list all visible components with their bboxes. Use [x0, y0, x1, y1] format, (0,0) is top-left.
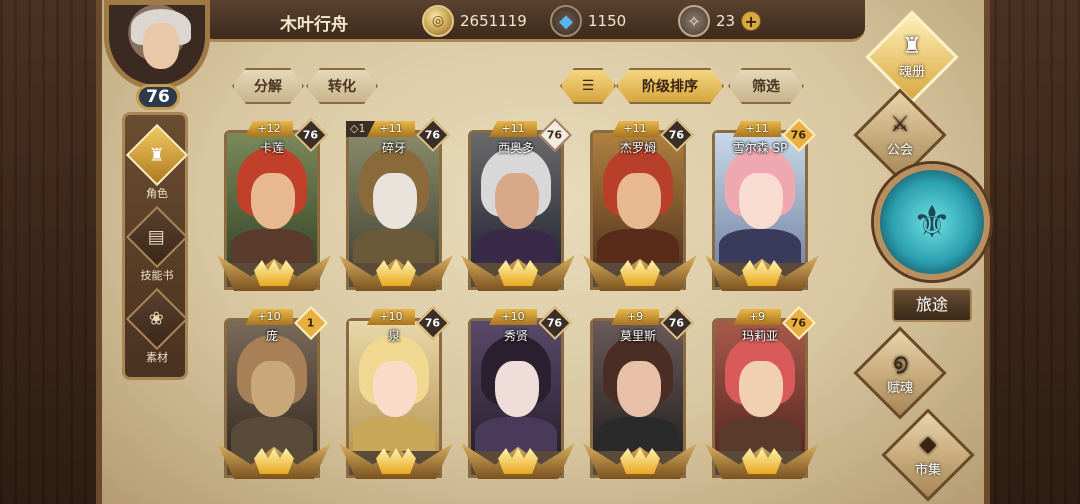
gold-crown-icon	[461, 251, 575, 295]
hero-card[interactable]: 庞 +10 1	[217, 306, 331, 479]
crystal-icon: ✧	[678, 5, 710, 37]
journey-emblem-icon: ⚜	[874, 164, 990, 280]
guild-button[interactable]: ⚔ 公会	[853, 88, 947, 182]
hero-plus-badge: +11	[367, 121, 415, 137]
hero-plus-badge: +11	[489, 121, 537, 137]
hero-card[interactable]: 杰罗姆 +11 76	[583, 118, 697, 291]
decompose-button[interactable]: 分解	[232, 68, 304, 104]
gold-crown-icon	[217, 251, 331, 295]
hero-plus-badge: +11	[733, 121, 781, 137]
hero-card[interactable]: 西奥多 +11 76	[461, 118, 575, 291]
crystal-resource: ✧ 23 +	[678, 5, 762, 37]
hero-plus-badge: +10	[367, 309, 415, 325]
sort-by-tier-button[interactable]: 阶级排序	[616, 68, 724, 104]
materials-icon: ❀	[125, 287, 189, 351]
hero-card[interactable]: 卡莲 +12 76	[217, 118, 331, 291]
guild-dragon-icon: ⚔	[890, 112, 910, 137]
gold-crown-icon	[705, 251, 819, 295]
hero-plus-badge: +10	[245, 309, 293, 325]
blue-gem-icon: ◆	[550, 5, 582, 37]
guild-label: 公会	[886, 143, 913, 158]
journey-label: 旅途	[892, 288, 972, 322]
gold-crown-icon	[461, 439, 575, 483]
gold-crown-icon	[339, 251, 453, 295]
hero-card[interactable]: 玛莉亚 +9 76	[705, 306, 819, 479]
soul-grant-button[interactable]: ൭ 赋魂	[853, 326, 947, 420]
soul-grant-label: 赋魂	[886, 381, 913, 396]
hero-card[interactable]: 碎牙 ◇1 +11 76	[339, 118, 453, 291]
character-helmet-icon: ♜	[125, 123, 189, 187]
nav-label-materials: 素材	[146, 351, 168, 364]
hero-card[interactable]: 莫里斯 +9 76	[583, 306, 697, 479]
player-level-badge: 76	[136, 84, 180, 110]
gold-coin-icon: ◎	[422, 5, 454, 37]
hero-plus-badge: +12	[245, 121, 293, 137]
skill-book-icon: ▤	[125, 205, 189, 269]
avatar[interactable]	[104, 0, 210, 90]
nav-tab-skill-books[interactable]: ▤ 技能书	[125, 205, 189, 283]
nav-tab-characters[interactable]: ♜ 角色	[125, 123, 189, 201]
market-gem-icon: ◆	[919, 432, 937, 457]
gold-resource: ◎ 2651119	[422, 5, 527, 37]
player-name: 木叶行舟	[280, 15, 348, 35]
player-avatar-frame[interactable]: 76	[96, 0, 218, 110]
nav-tab-materials[interactable]: ❀ 素材	[125, 287, 189, 365]
gold-amount: 2651119	[460, 12, 527, 30]
hero-card[interactable]: 秀贤 +10 76	[461, 306, 575, 479]
hero-card[interactable]: 泉 +10 76	[339, 306, 453, 479]
left-category-nav: ♜ 角色 ▤ 技能书 ❀ 素材	[122, 112, 189, 380]
journey-button[interactable]: ⚜ 旅途	[868, 164, 994, 324]
top-resource-bar: 木叶行舟 ◎ 2651119 ◆ 1150 ✧ 23 +	[200, 0, 865, 42]
market-label: 市集	[914, 463, 941, 478]
soul-book-label: 魂册	[898, 65, 925, 80]
gold-crown-icon	[583, 251, 697, 295]
nav-label-skill-books: 技能书	[140, 269, 174, 282]
hero-card[interactable]: 雪尔森 SP +11 76	[705, 118, 819, 291]
gem-resource: ◆ 1150	[550, 5, 626, 37]
gem-amount: 1150	[588, 12, 627, 30]
convert-button[interactable]: 转化	[306, 68, 378, 104]
hero-plus-badge: +11	[611, 121, 659, 137]
hero-plus-badge: +9	[611, 309, 659, 325]
soul-book-helmet-icon: ♜	[902, 34, 922, 59]
soul-book-button[interactable]: ♜ 魂册	[865, 10, 959, 104]
soul-grant-swirl-icon: ൭	[892, 350, 908, 375]
add-crystal-button[interactable]: +	[741, 11, 762, 31]
gold-crown-icon	[217, 439, 331, 483]
market-button[interactable]: ◆ 市集	[881, 408, 975, 502]
nav-label-characters: 角色	[146, 187, 168, 200]
avatar-face	[143, 23, 179, 69]
sort-lines-icon: ☰	[581, 78, 595, 94]
filter-button[interactable]: 筛选	[728, 68, 804, 104]
gold-crown-icon	[583, 439, 697, 483]
gold-crown-icon	[705, 439, 819, 483]
gold-crown-icon	[339, 439, 453, 483]
hero-plus-badge: +9	[733, 309, 781, 325]
hero-plus-badge: +10	[489, 309, 537, 325]
crystal-amount: 23	[716, 12, 736, 30]
